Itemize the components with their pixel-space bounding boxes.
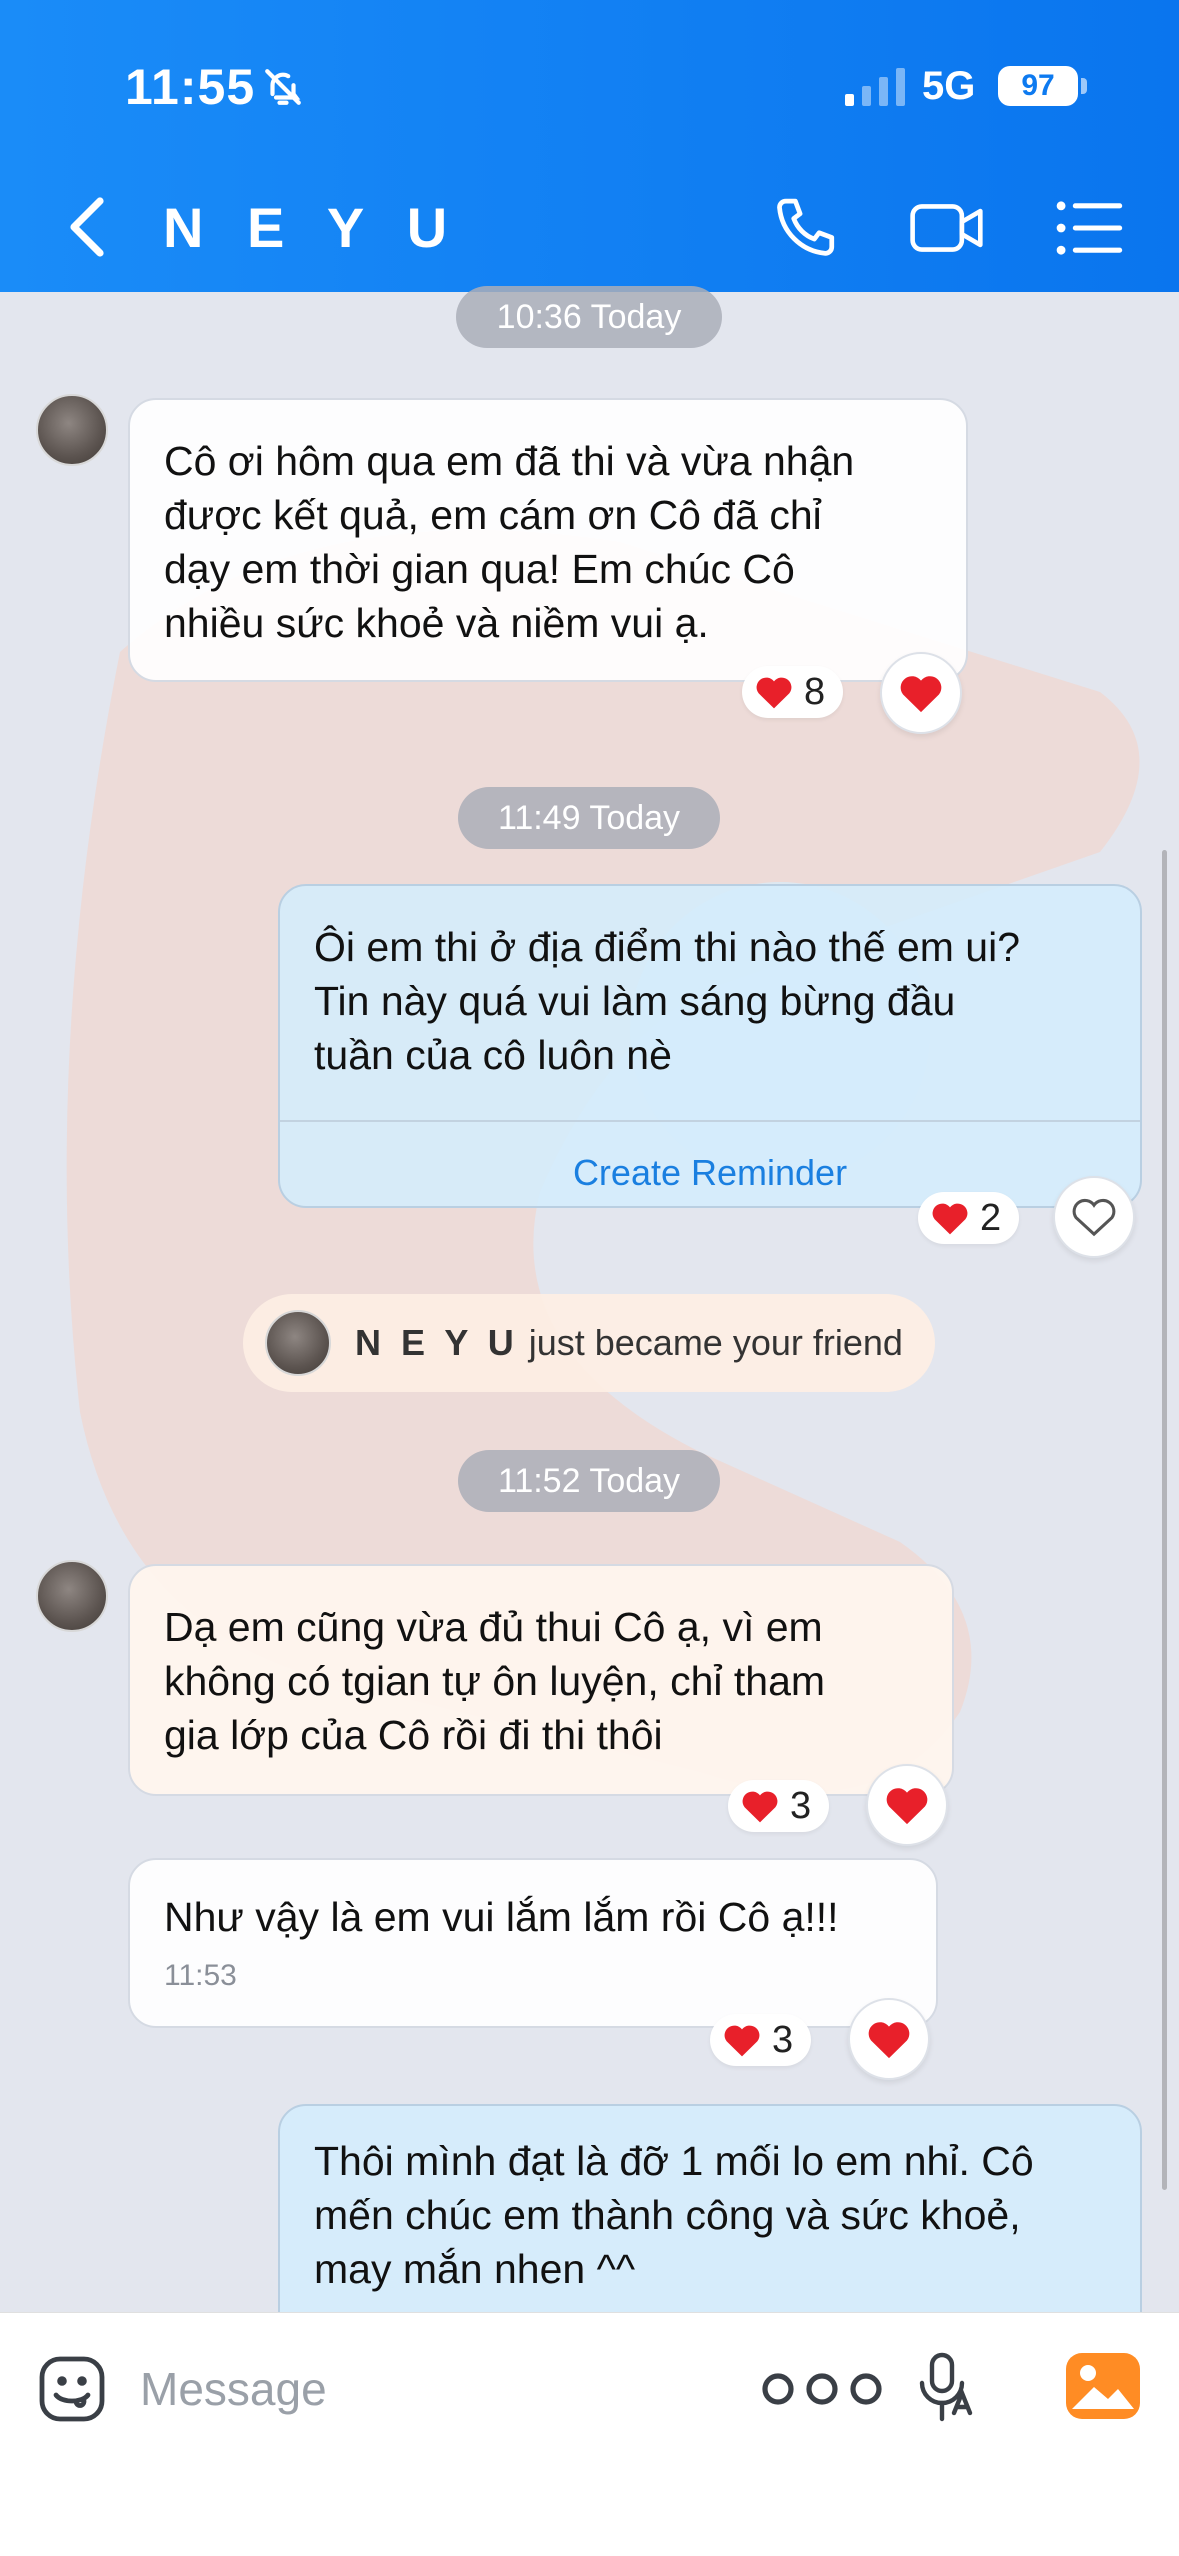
photo-gallery-icon[interactable] xyxy=(1066,2353,1140,2419)
reaction-summary[interactable]: 8 xyxy=(742,666,844,718)
reaction-count: 8 xyxy=(804,670,826,713)
react-heart-button[interactable] xyxy=(866,1764,948,1846)
message-text: Ôi em thi ở địa điểm thi nào thế em ui? … xyxy=(314,924,1021,1078)
scrollbar[interactable] xyxy=(1162,850,1167,2190)
message-composer xyxy=(0,2312,1179,2556)
heart-icon xyxy=(932,1203,968,1235)
message-time: 11:53 xyxy=(164,1959,237,1992)
bubble-divider xyxy=(280,1120,1140,1122)
bell-muted-icon xyxy=(265,69,301,105)
back-button[interactable] xyxy=(60,195,116,259)
message-input[interactable] xyxy=(140,2353,700,2425)
heart-icon xyxy=(756,677,792,709)
friend-notice: N E Y U just became your friend xyxy=(243,1294,935,1392)
network-label: 5G xyxy=(922,64,976,108)
menu-list-button[interactable] xyxy=(1050,190,1126,266)
message-bubble-incoming[interactable]: Như vậy là em vui lắm lắm rồi Cô ạ!!! 11… xyxy=(128,1858,938,2028)
signal-icon xyxy=(845,68,905,106)
video-call-button[interactable] xyxy=(908,190,988,266)
heart-icon xyxy=(886,1788,928,1825)
reaction-summary[interactable]: 3 xyxy=(710,2014,812,2066)
message-bubble-incoming[interactable]: Dạ em cũng vừa đủ thui Cô ạ, vì em không… xyxy=(128,1564,954,1796)
emoji-sticker-button[interactable] xyxy=(36,2353,108,2425)
reaction-summary[interactable]: 3 xyxy=(728,1780,830,1832)
contact-avatar[interactable] xyxy=(36,1560,108,1632)
message-text: Như vậy là em vui lắm lắm rồi Cô ạ!!! xyxy=(164,1894,839,1940)
battery-tip xyxy=(1081,78,1087,94)
voice-to-text-icon[interactable] xyxy=(916,2349,976,2429)
react-heart-button[interactable] xyxy=(880,652,962,734)
battery-icon: 97 xyxy=(998,66,1078,106)
create-reminder-link[interactable]: Create Reminder xyxy=(280,1146,1140,1200)
phone-call-button[interactable] xyxy=(770,190,846,266)
reaction-summary[interactable]: 2 xyxy=(918,1192,1020,1244)
message-bubble-incoming[interactable]: Cô ơi hôm qua em đã thi và vừa nhận được… xyxy=(128,398,968,682)
status-time: 11:55 xyxy=(125,59,256,115)
friend-notice-text: just became your friend xyxy=(528,1322,903,1363)
message-text: Dạ em cũng vừa đủ thui Cô ạ, vì em không… xyxy=(164,1604,826,1758)
heart-icon xyxy=(742,1791,778,1823)
time-chip: 10:36 Today xyxy=(456,286,722,348)
time-chip: 11:49 Today xyxy=(458,787,720,849)
reaction-count: 2 xyxy=(980,1196,1002,1239)
contact-avatar[interactable] xyxy=(265,1310,331,1376)
contact-avatar[interactable] xyxy=(36,394,108,466)
heart-icon xyxy=(900,676,942,713)
chat-header: 11:55 5G 97 N E Y U xyxy=(0,0,1179,292)
heart-outline-icon xyxy=(1072,1198,1116,1237)
time-chip: 11:52 Today xyxy=(458,1450,720,1512)
reaction-count: 3 xyxy=(790,1784,812,1827)
conversation-title: N E Y U xyxy=(163,196,462,259)
reaction-count: 3 xyxy=(772,2018,794,2061)
heart-icon xyxy=(724,2025,760,2057)
message-text: Thôi mình đạt là đỡ 1 mối lo em nhỉ. Cô … xyxy=(314,2138,1034,2292)
more-options-icon[interactable] xyxy=(758,2369,886,2409)
message-bubble-outgoing[interactable]: Ôi em thi ở địa điểm thi nào thế em ui? … xyxy=(278,884,1142,1208)
heart-icon xyxy=(868,2022,910,2059)
message-text: Cô ơi hôm qua em đã thi và vừa nhận được… xyxy=(164,438,855,646)
react-heart-button[interactable] xyxy=(1053,1176,1135,1258)
friend-name: N E Y U xyxy=(355,1322,519,1363)
react-heart-button[interactable] xyxy=(848,1998,930,2080)
